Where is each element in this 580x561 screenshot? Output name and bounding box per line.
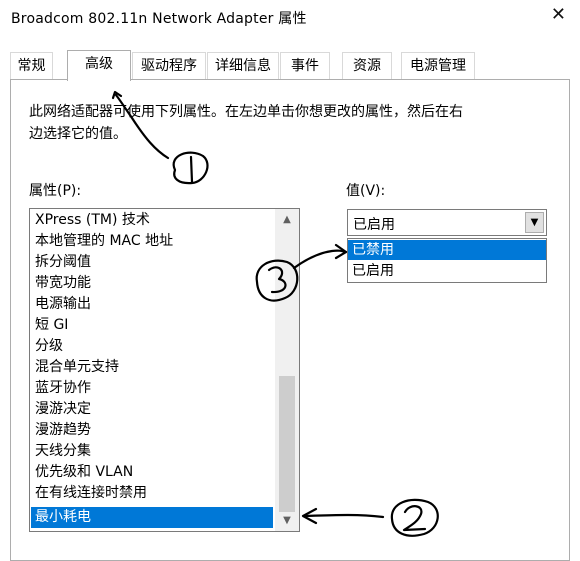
value-dropdown-list: 已禁用 已启用 [347, 238, 547, 283]
dropdown-option-disabled[interactable]: 已禁用 [348, 240, 546, 260]
scroll-up-arrow-icon[interactable]: ▲ [275, 211, 299, 229]
tab-general[interactable]: 常规 [10, 52, 53, 79]
list-item[interactable]: 漫游决定 [31, 399, 273, 420]
list-item[interactable]: 天线分集 [31, 441, 273, 462]
list-item[interactable]: 优先级和 VLAN [31, 462, 273, 483]
tab-resources[interactable]: 资源 [342, 52, 392, 79]
scrollbar-thumb[interactable] [279, 376, 295, 512]
combobox-value: 已启用 [353, 217, 395, 233]
list-item[interactable]: 拆分阈值 [31, 252, 273, 273]
window-title: Broadcom 802.11n Network Adapter 属性 [11, 11, 307, 27]
list-item[interactable]: 在有线连接时禁用 [31, 483, 273, 504]
property-label: 属性(P): [29, 183, 82, 199]
list-item[interactable]: 本地管理的 MAC 地址 [31, 231, 273, 252]
chevron-down-icon: ▼ [530, 217, 539, 228]
description-line-2: 边选择它的值。 [29, 126, 127, 142]
vertical-scrollbar[interactable]: ▲ ▼ [275, 209, 299, 531]
tab-advanced[interactable]: 高级 [67, 50, 131, 82]
dropdown-arrow-button[interactable]: ▼ [525, 212, 544, 233]
close-icon[interactable]: ✕ [551, 4, 566, 25]
list-item[interactable]: XPress (TM) 技术 [31, 210, 273, 231]
value-label: 值(V): [346, 183, 386, 199]
value-combobox[interactable]: 已启用 ▼ [347, 209, 547, 236]
list-item[interactable]: 短 GI [31, 315, 273, 336]
list-item[interactable]: 混合单元支持 [31, 357, 273, 378]
tab-details[interactable]: 详细信息 [207, 52, 279, 79]
tab-power-management[interactable]: 电源管理 [401, 52, 475, 79]
list-item-selected[interactable]: 最小耗电 [31, 507, 273, 528]
description-text: 此网络适配器可使用下列属性。在左边单击你想更改的属性，然后在右 边选择它的值。 [29, 101, 509, 145]
list-item[interactable]: 蓝牙协作 [31, 378, 273, 399]
tab-events[interactable]: 事件 [280, 52, 330, 79]
list-item[interactable]: 带宽功能 [31, 273, 273, 294]
list-item[interactable]: 漫游趋势 [31, 420, 273, 441]
scroll-down-arrow-icon[interactable]: ▼ [275, 512, 299, 530]
dropdown-option-enabled[interactable]: 已启用 [348, 261, 546, 281]
property-listbox[interactable]: XPress (TM) 技术 本地管理的 MAC 地址 拆分阈值 带宽功能 电源… [29, 208, 300, 532]
list-item[interactable]: 分级 [31, 336, 273, 357]
tab-driver[interactable]: 驱动程序 [132, 52, 206, 79]
description-line-1: 此网络适配器可使用下列属性。在左边单击你想更改的属性，然后在右 [29, 104, 463, 120]
list-item[interactable]: 电源输出 [31, 294, 273, 315]
